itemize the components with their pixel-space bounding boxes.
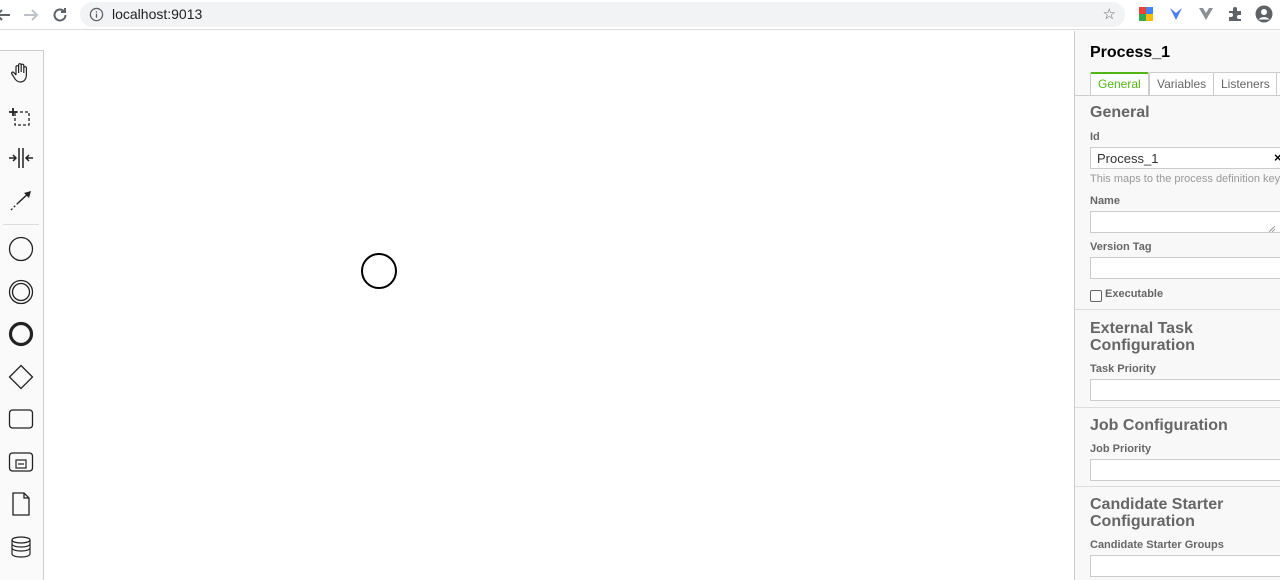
id-label: Id [1090, 131, 1100, 143]
space-tool-icon[interactable] [6, 143, 36, 173]
tab-bar: General Variables Listeners [1090, 72, 1280, 96]
panel-title: Process_1 [1090, 44, 1171, 61]
address-bar[interactable]: localhost:9013 ☆ [80, 2, 1125, 27]
executable-checkbox[interactable] [1090, 290, 1102, 302]
candidate-starter-heading-line1: Candidate Starter [1090, 496, 1224, 513]
version-tag-field[interactable] [1090, 257, 1280, 279]
lasso-tool-icon[interactable] [6, 101, 36, 131]
forward-icon[interactable] [20, 4, 42, 26]
group-general-heading: General [1090, 104, 1150, 121]
task-priority-label: Task Priority [1090, 363, 1156, 375]
group-divider [1075, 309, 1280, 310]
id-hint: This maps to the process definition key. [1090, 173, 1280, 185]
start-event-shape[interactable] [361, 253, 397, 289]
resize-handle-icon[interactable] [1269, 226, 1275, 232]
group-divider [1075, 486, 1280, 487]
candidate-starter-groups-label: Candidate Starter Groups [1090, 539, 1224, 551]
job-priority-label: Job Priority [1090, 443, 1152, 455]
bpmn-canvas[interactable] [44, 31, 1074, 580]
data-object-icon[interactable] [6, 489, 36, 519]
task-priority-field[interactable] [1090, 379, 1280, 401]
candidate-starter-groups-field[interactable] [1090, 555, 1280, 577]
name-label: Name [1090, 195, 1120, 207]
id-value[interactable]: Process_1 [1097, 151, 1158, 166]
bookmark-star-icon[interactable]: ☆ [1103, 5, 1116, 23]
external-task-heading-line1: External Task [1090, 320, 1193, 337]
hand-tool-icon[interactable] [6, 58, 36, 88]
connect-arrow-icon[interactable] [6, 185, 36, 215]
browser-toolbar: localhost:9013 ☆ [0, 0, 1280, 30]
properties-panel: Process_1 General Variables Listeners Ge… [1074, 31, 1280, 580]
extensions-puzzle-icon[interactable] [1226, 5, 1244, 23]
tab-overflow[interactable] [1276, 72, 1280, 96]
start-event-icon[interactable] [6, 234, 36, 264]
subprocess-icon[interactable] [6, 447, 36, 477]
data-store-icon[interactable] [6, 532, 36, 562]
name-field[interactable] [1090, 211, 1280, 233]
id-field[interactable]: Process_1 × [1090, 147, 1280, 169]
group-external-task-heading: External Task Configuration [1090, 320, 1195, 354]
gateway-icon[interactable] [6, 362, 36, 392]
tab-variables[interactable]: Variables [1149, 72, 1215, 96]
group-job-heading: Job Configuration [1090, 417, 1228, 434]
info-icon[interactable] [89, 7, 104, 22]
extension-arrow-icon[interactable] [1167, 5, 1185, 23]
intermediate-event-icon[interactable] [6, 277, 36, 307]
tab-general[interactable]: General [1090, 72, 1149, 96]
group-divider [1075, 407, 1280, 408]
extension-color-icon[interactable] [1137, 5, 1155, 23]
task-icon[interactable] [6, 404, 36, 434]
reload-icon[interactable] [49, 4, 71, 26]
executable-label[interactable]: Executable [1105, 288, 1163, 300]
profile-avatar-icon[interactable] [1255, 5, 1273, 23]
group-candidate-starter-heading: Candidate Starter Configuration [1090, 496, 1223, 530]
clear-id-icon[interactable]: × [1274, 150, 1280, 165]
bpmn-palette [0, 50, 44, 580]
tab-listeners[interactable]: Listeners [1213, 72, 1278, 96]
palette-separator [3, 224, 39, 225]
url-text[interactable]: localhost:9013 [112, 6, 202, 22]
tab-underline [1075, 95, 1280, 96]
back-icon[interactable] [0, 4, 14, 26]
extension-vue-icon[interactable] [1197, 5, 1215, 23]
job-priority-field[interactable] [1090, 459, 1280, 481]
version-tag-label: Version Tag [1090, 241, 1152, 253]
end-event-icon[interactable] [6, 319, 36, 349]
external-task-heading-line2: Configuration [1090, 337, 1195, 354]
candidate-starter-heading-line2: Configuration [1090, 513, 1195, 530]
